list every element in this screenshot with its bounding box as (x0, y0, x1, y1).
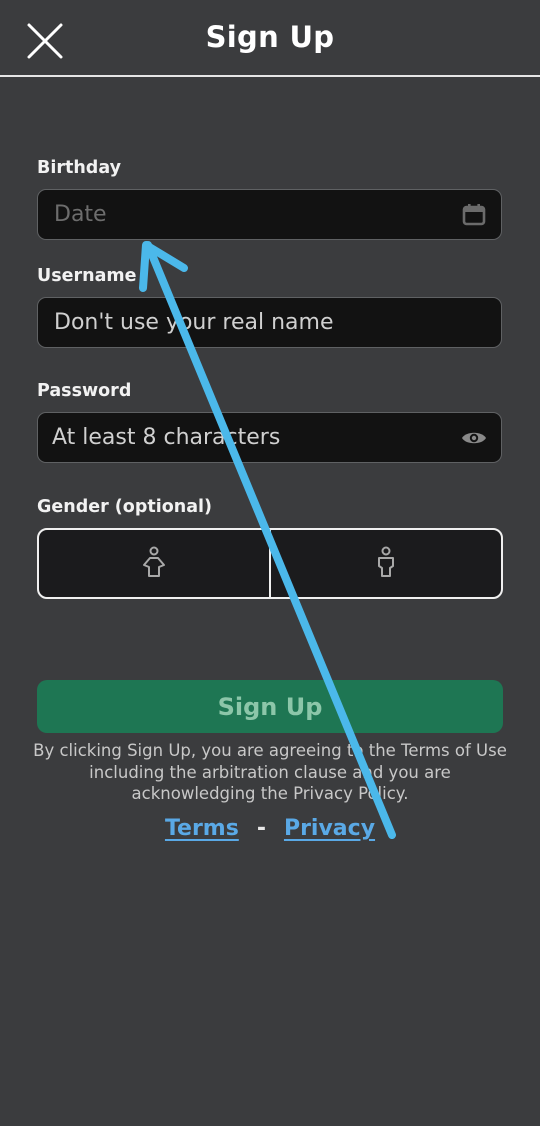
username-field[interactable] (37, 297, 502, 348)
link-separator: - (256, 816, 266, 841)
privacy-link[interactable]: Privacy (284, 816, 375, 841)
header-divider (0, 75, 540, 77)
calendar-icon[interactable] (461, 202, 487, 228)
gender-option-male[interactable] (269, 530, 501, 597)
terms-link[interactable]: Terms (165, 816, 239, 841)
password-label: Password (37, 381, 132, 401)
birthday-label: Birthday (37, 158, 121, 178)
female-icon (143, 546, 165, 577)
password-field[interactable] (37, 412, 502, 463)
password-input[interactable] (38, 413, 501, 462)
birthday-field[interactable] (37, 189, 502, 240)
page-title: Sign Up (205, 20, 335, 54)
legal-disclaimer: By clicking Sign Up, you are agreeing to… (33, 741, 507, 803)
legal-links: Terms - Privacy (0, 816, 540, 841)
username-label: Username (37, 266, 137, 286)
gender-selector (37, 528, 503, 599)
gender-option-female[interactable] (39, 530, 269, 597)
sign-up-button[interactable]: Sign Up (37, 680, 503, 733)
male-icon (378, 546, 394, 577)
gender-label: Gender (optional) (37, 497, 213, 517)
username-input[interactable] (38, 298, 501, 347)
eye-icon[interactable] (461, 425, 487, 451)
birthday-input[interactable] (38, 190, 501, 239)
arrow-head (139, 241, 188, 292)
header-bar: Sign Up (0, 0, 540, 77)
